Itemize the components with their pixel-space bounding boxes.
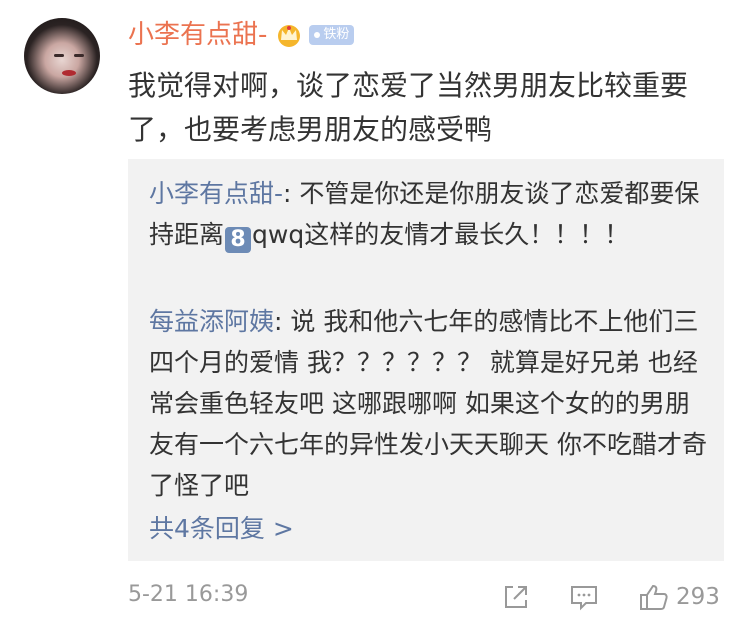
- reply-item: 小李有点甜-: 不管是你还是你朋友谈了恋爱都要保持距离 8 qwq这样的友情才最长久…: [149, 173, 709, 255]
- replies-box: 小李有点甜-: 不管是你还是你朋友谈了恋爱都要保持距离 8 qwq这样的友情才最长久…: [128, 159, 724, 561]
- share-icon[interactable]: [501, 582, 531, 612]
- fan-badge-label: 铁粉: [323, 27, 350, 42]
- thumbs-up-icon: [640, 584, 668, 610]
- comment-text: 我觉得对啊，谈了恋爱了当然男朋友比较重要了，也要考虑男朋友的感受鸭: [128, 69, 689, 146]
- badge-dot: [314, 32, 321, 38]
- reply-text-continued: qwq这样的友情才最长久！！！！: [252, 220, 630, 249]
- keycap-8-emoji-icon: 8: [225, 227, 252, 253]
- reply-separator: :: [283, 179, 300, 208]
- reply-username[interactable]: 每益添阿姨: [149, 307, 274, 336]
- avatar-eye: [74, 54, 84, 57]
- reply-username[interactable]: 小李有点甜-: [149, 179, 283, 208]
- comment-timestamp: 5-21 16:39: [128, 582, 249, 607]
- like-button[interactable]: 293: [638, 582, 720, 612]
- fan-badge: 铁粉: [309, 25, 355, 45]
- more-replies-link[interactable]: 共4条回复 >: [149, 509, 294, 549]
- comment-header: 小李有点甜- 铁粉: [128, 17, 355, 53]
- crown-icon: [278, 25, 301, 47]
- reply-separator: :: [274, 307, 291, 336]
- comment-username[interactable]: 小李有点甜-: [128, 17, 267, 53]
- reply-item: 每益添阿姨: 说 我和他六七年的感情比不上他们三四个月的爱情 我？？？？？？ 就…: [149, 301, 709, 506]
- avatar-eye: [54, 54, 64, 57]
- comment-icon[interactable]: [568, 582, 600, 612]
- comment-footer: 5-21 16:39 293: [128, 578, 724, 618]
- avatar-lips: [62, 70, 76, 76]
- avatar[interactable]: [24, 18, 100, 94]
- like-count: 293: [676, 584, 720, 610]
